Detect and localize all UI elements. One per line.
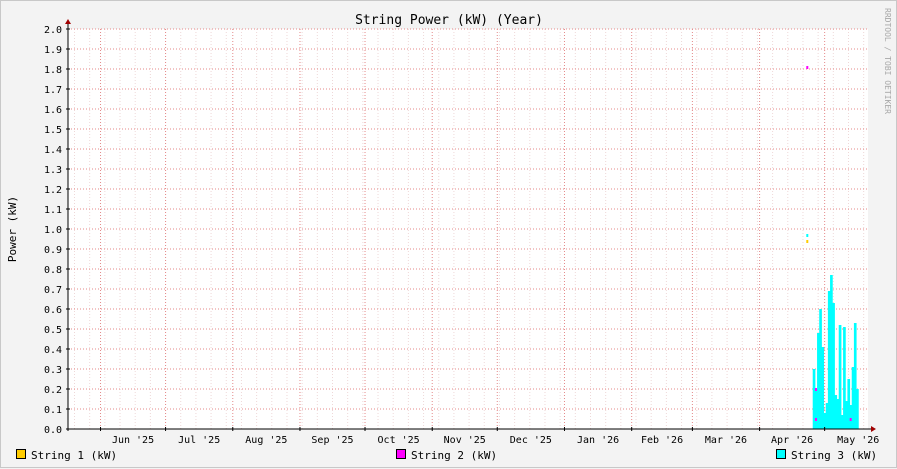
- data-point: [806, 66, 809, 69]
- y-axis-label: Power (kW): [6, 196, 19, 262]
- legend-item: String 3 (kW): [776, 449, 877, 462]
- legend-label: String 3 (kW): [791, 449, 877, 462]
- x-tick-label: Nov '25: [444, 435, 486, 446]
- data-point: [814, 418, 817, 421]
- y-tick-label: 0.6: [44, 305, 62, 316]
- data-point: [806, 240, 809, 243]
- y-tick-label: 0.5: [44, 325, 62, 336]
- legend-item: String 2 (kW): [396, 449, 497, 462]
- y-tick-label: 0.9: [44, 245, 62, 256]
- legend-swatch: [776, 449, 786, 459]
- x-axis-arrow: [871, 426, 876, 432]
- data-point: [814, 388, 817, 391]
- y-tick-label: 0.4: [44, 345, 62, 356]
- y-tick-label: 0.1: [44, 405, 62, 416]
- x-tick-label: Sep '25: [311, 435, 353, 446]
- y-tick-label: 2.0: [44, 25, 62, 36]
- y-tick-label: 1.9: [44, 45, 62, 56]
- x-tick-label: Aug '25: [245, 435, 287, 446]
- data-bar: [838, 325, 842, 429]
- legend-item: String 1 (kW): [16, 449, 117, 462]
- y-tick-label: 1.2: [44, 185, 62, 196]
- x-tick-label: Feb '26: [641, 435, 683, 446]
- x-tick-label: May '26: [837, 435, 879, 446]
- y-tick-label: 1.0: [44, 225, 62, 236]
- chart-title: String Power (kW) (Year): [355, 13, 543, 28]
- series-1: [806, 240, 809, 243]
- x-tick-label: Jul '25: [178, 435, 220, 446]
- legend-label: String 2 (kW): [411, 449, 497, 462]
- y-tick-label: 1.3: [44, 165, 62, 176]
- y-tick-label: 0.7: [44, 285, 62, 296]
- x-tick-label: Jan '26: [577, 435, 619, 446]
- y-tick-label: 0.0: [44, 425, 62, 436]
- y-tick-label: 1.7: [44, 85, 62, 96]
- data-point: [849, 418, 852, 421]
- chart-svg: 0.0 0.1 0.2 0.3 0.4 0.5 0.6 0.7 0.8 0.9 1.0 1.1 1.2 1…: [6, 8, 892, 462]
- x-tick-label: Oct '25: [378, 435, 420, 446]
- y-tick-label: 0.2: [44, 385, 62, 396]
- y-axis-arrow: [65, 19, 71, 24]
- y-tick-label: 1.1: [44, 205, 62, 216]
- legend-swatch: [16, 449, 26, 459]
- y-tick-label: 0.3: [44, 365, 62, 376]
- x-tick-label: Apr '26: [771, 435, 813, 446]
- data-point: [806, 234, 809, 237]
- y-tick-label: 1.5: [44, 125, 62, 136]
- watermark: RRDTOOL / TOBI OETIKER: [883, 8, 892, 114]
- data-bar: [856, 389, 859, 429]
- y-tick-label: 1.4: [44, 145, 62, 156]
- y-tick-label: 0.8: [44, 265, 62, 276]
- x-tick-label: Dec '25: [510, 435, 552, 446]
- x-tick-label: Jun '25: [112, 435, 154, 446]
- y-tick-label: 1.6: [44, 105, 62, 116]
- x-tick-label: Mar '26: [705, 435, 747, 446]
- y-tick-label: 1.8: [44, 65, 62, 76]
- legend-label: String 1 (kW): [31, 449, 117, 462]
- legend-swatch: [396, 449, 406, 459]
- chart-frame: 0.0 0.1 0.2 0.3 0.4 0.5 0.6 0.7 0.8 0.9 1.0 1.1 1.2 1…: [0, 0, 897, 468]
